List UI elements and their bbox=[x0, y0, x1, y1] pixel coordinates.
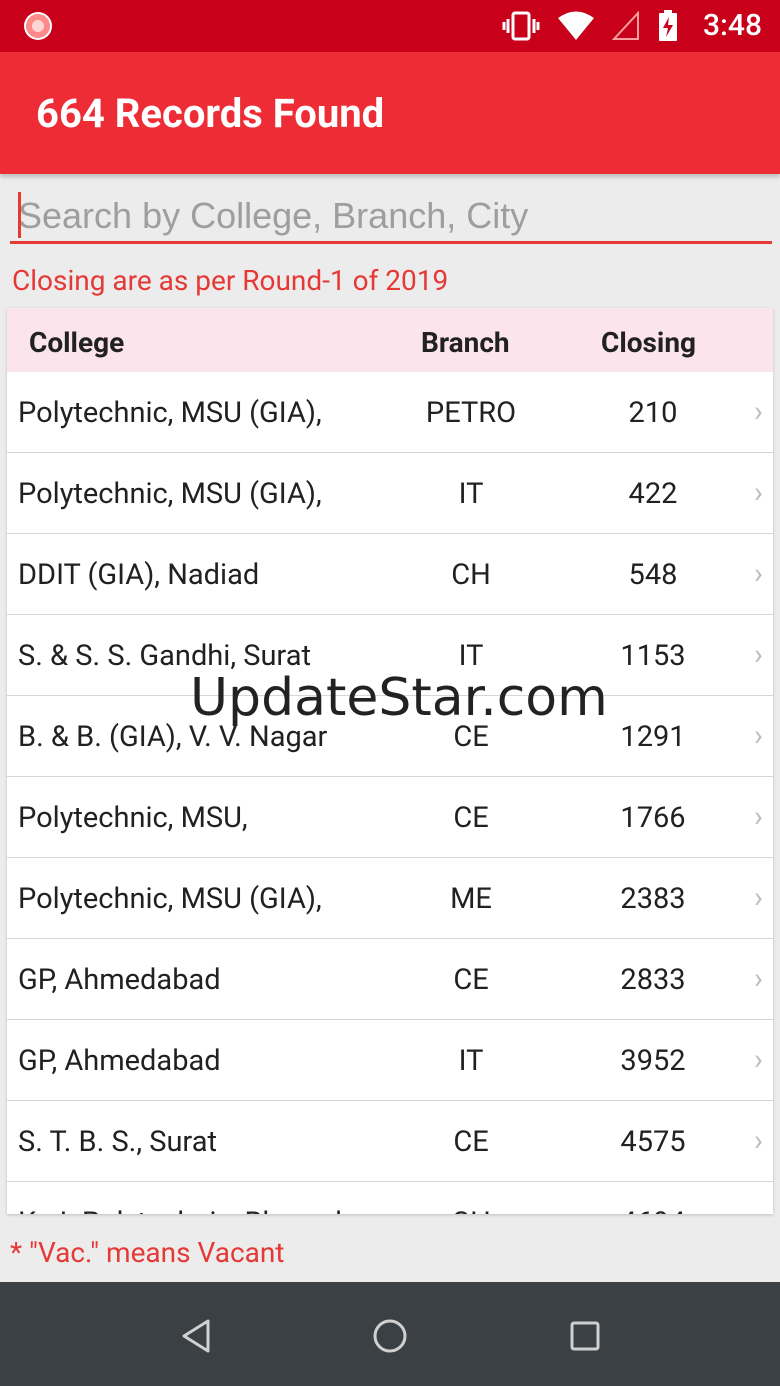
chevron-right-icon: › bbox=[753, 475, 763, 510]
results-table[interactable]: College Branch Closing Polytechnic, MSU … bbox=[7, 308, 773, 1214]
row-college: K. J. Polytechnic, Bharuch bbox=[18, 1206, 351, 1214]
row-college: Polytechnic, MSU, bbox=[18, 801, 248, 835]
search-field[interactable] bbox=[10, 188, 772, 244]
row-closing: 210 bbox=[628, 396, 678, 430]
navigation-bar bbox=[0, 1282, 780, 1386]
app-bar: 664 Records Found bbox=[0, 52, 780, 174]
table-row[interactable]: DDIT (GIA), Nadiad CH 548 › bbox=[7, 534, 773, 615]
vacant-footnote: * "Vac." means Vacant bbox=[10, 1236, 285, 1269]
row-college: DDIT (GIA), Nadiad bbox=[18, 558, 260, 592]
row-branch: IT bbox=[458, 1044, 484, 1078]
table-row[interactable]: S. T. B. S., Surat CE 4575 › bbox=[7, 1101, 773, 1182]
app-logo-icon bbox=[24, 12, 52, 40]
row-closing: 1766 bbox=[620, 801, 686, 835]
row-closing: 4694 bbox=[573, 1206, 733, 1214]
chevron-right-icon: › bbox=[753, 880, 763, 915]
table-row[interactable]: Polytechnic, MSU (GIA), IT 422 › bbox=[7, 453, 773, 534]
chevron-right-icon: › bbox=[753, 1123, 763, 1158]
home-icon bbox=[373, 1319, 407, 1353]
chevron-right-icon: › bbox=[753, 1042, 763, 1077]
chevron-right-icon: › bbox=[753, 799, 763, 834]
back-icon bbox=[182, 1319, 210, 1353]
row-branch: CE bbox=[453, 801, 489, 835]
row-closing: 422 bbox=[628, 477, 678, 511]
table-row[interactable]: GP, Ahmedabad IT 3952 › bbox=[7, 1020, 773, 1101]
chevron-right-icon: › bbox=[753, 394, 763, 429]
table-body: Polytechnic, MSU (GIA), PETRO 210 › Polytech… bbox=[7, 372, 773, 1214]
row-branch: CH bbox=[451, 558, 491, 592]
text-cursor bbox=[18, 192, 21, 238]
recents-button[interactable] bbox=[565, 1316, 605, 1356]
row-branch: CH bbox=[391, 1206, 551, 1214]
row-college: S. T. B. S., Surat bbox=[18, 1125, 217, 1159]
row-closing: 4575 bbox=[620, 1125, 686, 1159]
back-button[interactable] bbox=[176, 1316, 216, 1356]
row-branch: IT bbox=[458, 477, 484, 511]
chevron-right-icon: › bbox=[753, 718, 763, 753]
row-college: Polytechnic, MSU (GIA), bbox=[18, 882, 322, 916]
row-closing: 2833 bbox=[620, 963, 686, 997]
header-closing: Closing bbox=[601, 326, 697, 359]
row-closing: 3952 bbox=[620, 1044, 686, 1078]
table-row[interactable]: Polytechnic, MSU (GIA), PETRO 210 › bbox=[7, 372, 773, 453]
home-button[interactable] bbox=[370, 1316, 410, 1356]
row-branch: PETRO bbox=[425, 396, 517, 430]
row-closing: 2383 bbox=[620, 882, 686, 916]
table-row[interactable]: Polytechnic, MSU, CE 1766 › bbox=[7, 777, 773, 858]
status-bar: 3:48 bbox=[0, 0, 780, 52]
battery-charging-icon bbox=[659, 10, 677, 41]
row-closing: 548 bbox=[628, 558, 678, 592]
row-branch: CE bbox=[453, 1125, 489, 1159]
row-college: GP, Ahmedabad bbox=[18, 963, 221, 997]
vibrate-icon bbox=[502, 11, 540, 41]
status-icons bbox=[502, 10, 678, 42]
page-title: 664 Records Found bbox=[36, 90, 385, 137]
row-college: Polytechnic, MSU (GIA), bbox=[18, 396, 322, 430]
clock: 3:48 bbox=[702, 8, 762, 43]
row-college: GP, Ahmedabad bbox=[18, 1044, 221, 1078]
recents-icon bbox=[570, 1321, 600, 1351]
no-signal-icon bbox=[612, 11, 639, 40]
chevron-right-icon: › bbox=[753, 961, 763, 996]
header-branch: Branch bbox=[421, 326, 510, 359]
round-note: Closing are as per Round-1 of 2019 bbox=[12, 264, 449, 297]
header-college: College bbox=[29, 326, 125, 359]
table-header: College Branch Closing bbox=[7, 308, 773, 372]
search-input[interactable] bbox=[18, 192, 758, 240]
row-college: Polytechnic, MSU (GIA), bbox=[18, 477, 322, 511]
wifi-icon bbox=[558, 11, 594, 40]
table-row[interactable]: Polytechnic, MSU (GIA), ME 2383 › bbox=[7, 858, 773, 939]
table-row[interactable]: K. J. Polytechnic, Bharuch CH 4694 › bbox=[7, 1182, 773, 1214]
chevron-right-icon: › bbox=[754, 1204, 763, 1214]
table-row[interactable]: GP, Ahmedabad CE 2833 › bbox=[7, 939, 773, 1020]
chevron-right-icon: › bbox=[753, 637, 763, 672]
row-branch: CE bbox=[453, 963, 489, 997]
watermark: UpdateStar.com bbox=[190, 668, 608, 728]
row-branch: ME bbox=[450, 882, 492, 916]
chevron-right-icon: › bbox=[753, 556, 763, 591]
